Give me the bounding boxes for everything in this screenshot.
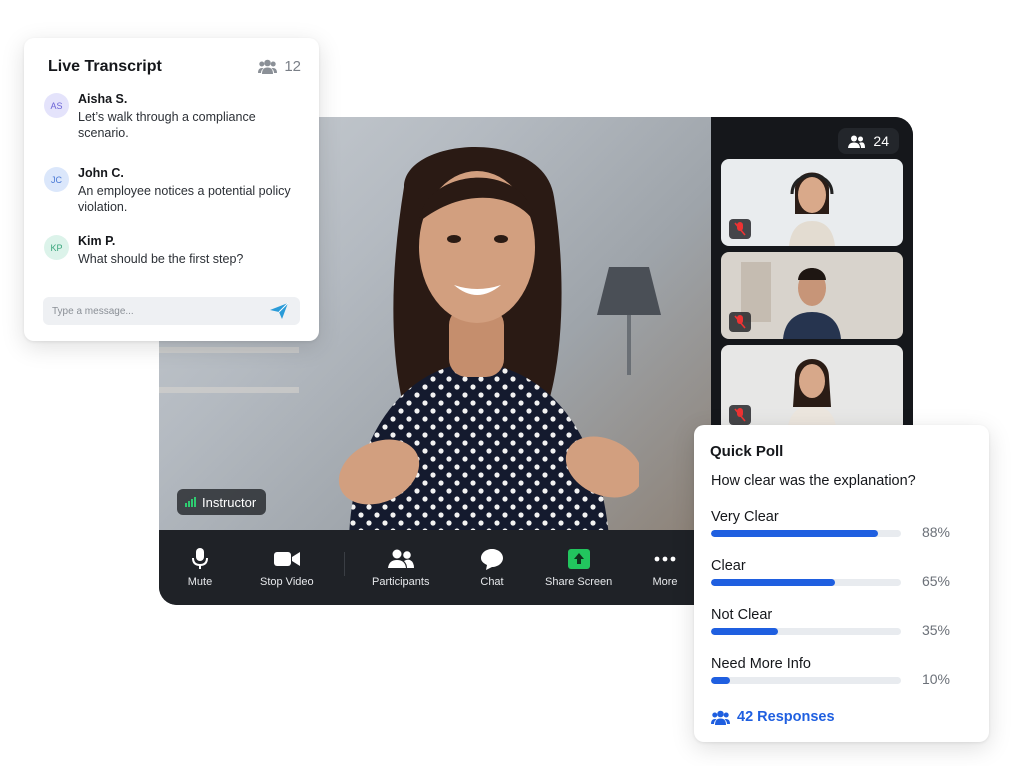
poll-option-label: Very Clear	[711, 509, 779, 525]
message-author: Aisha S.	[78, 92, 128, 106]
send-icon	[270, 302, 289, 319]
share-screen-icon	[566, 548, 592, 570]
participant-count-badge[interactable]: 24	[838, 128, 899, 154]
call-toolbar: Mute Stop Video Participants Chat Share	[159, 530, 711, 605]
message-author: Kim P.	[78, 234, 116, 248]
participant-thumbnail[interactable]	[721, 252, 903, 339]
muted-microphone-icon	[729, 219, 751, 239]
poll-responses-link[interactable]: 42 Responses	[711, 709, 835, 725]
speaker-name: Instructor	[202, 494, 257, 510]
participants-icon	[711, 710, 730, 725]
more-dots-icon	[652, 548, 678, 570]
transcript-message: AS Aisha S. Let’s walk through a complia…	[44, 92, 294, 153]
poll-option[interactable]: Clear 65%	[711, 558, 976, 598]
chat-bubble-icon	[479, 548, 505, 570]
poll-progress-track	[711, 677, 901, 684]
poll-option-label: Need More Info	[711, 656, 811, 672]
poll-option-label: Clear	[711, 558, 746, 574]
poll-option[interactable]: Not Clear 35%	[711, 607, 976, 647]
muted-microphone-icon	[729, 312, 751, 332]
video-camera-icon	[273, 548, 300, 570]
poll-progress-fill	[711, 530, 879, 537]
transcript-participant-count: 12	[258, 58, 301, 75]
poll-progress-track	[711, 628, 901, 635]
transcript-title: Live Transcript	[48, 58, 162, 75]
stop-video-button[interactable]: Stop Video	[260, 548, 314, 588]
poll-option-percent: 35%	[921, 622, 950, 638]
poll-option-percent: 65%	[921, 573, 950, 589]
mute-button[interactable]: Mute	[187, 548, 213, 588]
participants-button[interactable]: Participants	[372, 548, 429, 588]
avatar: AS	[44, 93, 69, 118]
send-button[interactable]	[269, 302, 289, 320]
participant-thumbnail[interactable]	[721, 345, 903, 432]
poll-progress-fill	[711, 628, 778, 635]
poll-option[interactable]: Need More Info 10%	[711, 656, 976, 696]
poll-option-label: Not Clear	[711, 607, 773, 623]
message-author: John C.	[78, 166, 124, 180]
instructor-video-image	[338, 147, 639, 530]
participant-thumbnail[interactable]	[721, 159, 903, 246]
message-text: Let’s walk through a compliance scenario…	[78, 110, 256, 140]
poll-progress-fill	[711, 579, 835, 586]
poll-option[interactable]: Very Clear 88%	[711, 509, 976, 549]
avatar: KP	[44, 235, 69, 260]
chat-button[interactable]: Chat	[479, 548, 505, 588]
signal-strength-icon	[185, 497, 196, 507]
participants-icon	[258, 59, 278, 74]
muted-microphone-icon	[729, 405, 751, 425]
message-text: What should be the first step?	[78, 252, 244, 266]
poll-option-percent: 10%	[921, 671, 950, 687]
poll-progress-track	[711, 579, 901, 586]
transcript-message: JC John C. An employee notices a potenti…	[44, 166, 294, 227]
microphone-icon	[187, 548, 213, 570]
live-transcript-panel: Live Transcript 12 AS Aisha S. Let’s wal…	[24, 38, 319, 341]
avatar: JC	[44, 167, 69, 192]
quick-poll-panel: Quick Poll How clear was the explanation…	[694, 425, 989, 742]
poll-progress-track	[711, 530, 901, 537]
speaker-name-tag: Instructor	[177, 489, 267, 515]
toolbar-divider	[344, 552, 345, 576]
transcript-message: KP Kim P. What should be the first step?	[44, 234, 294, 275]
message-text: An employee notices a potential policy v…	[78, 184, 291, 214]
poll-title: Quick Poll	[710, 443, 784, 460]
share-screen-button[interactable]: Share Screen	[545, 548, 612, 588]
message-input[interactable]	[43, 297, 300, 325]
poll-progress-fill	[711, 677, 730, 684]
participants-icon	[848, 135, 866, 148]
participants-icon	[387, 548, 414, 570]
poll-option-percent: 88%	[921, 524, 950, 540]
poll-question: How clear was the explanation?	[711, 473, 916, 489]
more-button[interactable]: More	[652, 548, 678, 588]
